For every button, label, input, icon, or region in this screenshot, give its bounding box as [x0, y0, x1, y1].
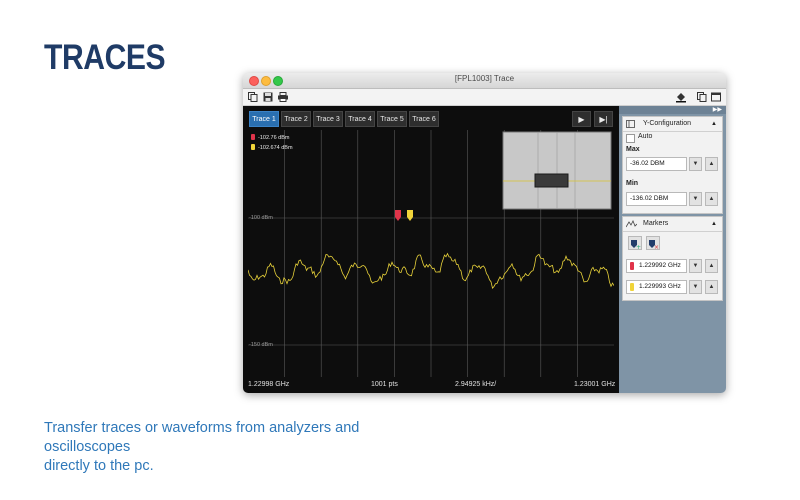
collapse-icon[interactable]: ▲ [711, 217, 717, 231]
caption-line-1: Transfer traces or waveforms from analyz… [44, 420, 360, 455]
down-arrow-icon: ▼ [692, 284, 699, 290]
y-configuration-title: Y-Configuration [643, 120, 691, 127]
tab-trace-4[interactable]: Trace 4 [345, 111, 375, 127]
collapse-icon[interactable]: ▲ [711, 117, 717, 131]
max-field[interactable]: -36.02 DBM [626, 157, 687, 171]
title-bar: [FPL1003] Trace [243, 73, 726, 89]
tab-trace-5[interactable]: Trace 5 [377, 111, 407, 127]
y-configuration-header[interactable]: Y-Configuration ▲ [623, 117, 722, 132]
play-button[interactable]: ▶ [572, 111, 591, 127]
marker-2-color-swatch [630, 283, 634, 291]
window-title: [FPL1003] Trace [454, 74, 515, 83]
svg-text:×: × [654, 244, 659, 250]
marker-2-flag [407, 210, 413, 221]
trace-window: [FPL1003] Trace Trace 1 Trace 2 Trace 3 … [243, 73, 726, 393]
overview-zoom-window [534, 173, 569, 188]
sidebar: ▶▶ Y-Configuration ▲ Auto Max -36.02 DBM… [619, 106, 726, 393]
marker-1-frequency: 1.229992 GHz [639, 262, 681, 269]
marker-2-value: -102.674 dBm [258, 145, 293, 151]
min-increase-button[interactable]: ▲ [705, 192, 718, 206]
y-label-upper: -100 dBm [249, 215, 273, 221]
tab-trace-3[interactable]: Trace 3 [313, 111, 343, 127]
marker-2-swatch [251, 144, 255, 150]
add-marker-button[interactable]: + [628, 236, 642, 251]
up-arrow-icon: ▲ [708, 161, 715, 167]
marker-1-up-button[interactable]: ▲ [705, 259, 718, 273]
min-label: Min [626, 180, 639, 187]
copy-icon[interactable] [247, 91, 259, 103]
marker-2-field[interactable]: 1.229993 GHz [626, 280, 687, 294]
marker-2-frequency: 1.229993 GHz [639, 283, 681, 290]
auto-label: Auto [638, 133, 653, 140]
up-arrow-icon: ▲ [708, 284, 715, 290]
double-chevron-icon: ▶▶ [712, 107, 722, 113]
stop-frequency: 1.23001 GHz [574, 381, 616, 388]
remove-marker-button[interactable]: × [646, 236, 660, 251]
down-arrow-icon: ▼ [692, 161, 699, 167]
marker-2-down-button[interactable]: ▼ [689, 280, 702, 294]
down-arrow-icon: ▼ [692, 196, 699, 202]
span-per-div: 2.94925 kHz/ [455, 381, 497, 388]
duplicate-icon[interactable] [696, 91, 708, 103]
auto-checkbox[interactable] [626, 134, 635, 143]
markers-icon [625, 220, 638, 234]
caption-line-2: directly to the pc. [44, 458, 154, 474]
up-arrow-icon: ▲ [708, 263, 715, 269]
marker-1-down-button[interactable]: ▼ [689, 259, 702, 273]
marker-1-readout: -102.76 dBm [251, 134, 290, 141]
up-arrow-icon: ▲ [708, 196, 715, 202]
y-configuration-panel: Y-Configuration ▲ Auto Max -36.02 DBM ▼ … [622, 116, 723, 214]
y-axis-icon [626, 120, 635, 134]
print-icon[interactable] [277, 91, 289, 103]
step-forward-button[interactable]: ▶| [594, 111, 613, 127]
tab-trace-1[interactable]: Trace 1 [249, 111, 279, 127]
spectrum-plot[interactable]: -102.76 dBm -102.674 dBm -100 dBm -150 d… [247, 130, 615, 377]
marker-1-swatch [251, 134, 255, 140]
min-decrease-button[interactable]: ▼ [689, 192, 702, 206]
marker-1-color-swatch [630, 262, 634, 270]
markers-header[interactable]: Markers ▲ [623, 217, 722, 232]
save-icon[interactable] [262, 91, 274, 103]
marker-2-readout: -102.674 dBm [251, 144, 293, 151]
page-heading: TRACES [44, 38, 166, 77]
play-icon: ▶ [578, 115, 585, 124]
start-frequency: 1.22998 GHz [248, 381, 290, 388]
max-label: Max [626, 146, 640, 153]
remove-marker-icon: × [649, 240, 659, 251]
y-label-lower: -150 dBm [249, 342, 273, 348]
marker-2-up-button[interactable]: ▲ [705, 280, 718, 294]
caption: Transfer traces or waveforms from analyz… [44, 419, 444, 476]
points-count: 1001 pts [371, 381, 398, 388]
step-forward-icon: ▶| [599, 115, 608, 124]
svg-text:+: + [636, 244, 641, 250]
min-field[interactable]: -136.02 DBM [626, 192, 687, 206]
window-icon[interactable] [710, 91, 722, 103]
trace-display: Trace 1 Trace 2 Trace 3 Trace 4 Trace 5 … [243, 106, 619, 393]
max-increase-button[interactable]: ▲ [705, 157, 718, 171]
max-decrease-button[interactable]: ▼ [689, 157, 702, 171]
sidebar-toggle[interactable]: ▶▶ [619, 106, 726, 114]
add-marker-icon: + [631, 240, 641, 251]
toolbar [243, 89, 726, 106]
marker-1-flag [395, 210, 401, 221]
down-arrow-icon: ▼ [692, 263, 699, 269]
marker-1-field[interactable]: 1.229992 GHz [626, 259, 687, 273]
markers-title: Markers [643, 220, 669, 227]
markers-panel: Markers ▲ + × 1.229992 GHz ▼ ▲ 1.229993 … [622, 216, 723, 301]
trace-markers [395, 210, 413, 221]
marker-1-value: -102.76 dBm [258, 135, 290, 141]
plot-footer: 1.22998 GHz 1001 pts 2.94925 kHz/ 1.2300… [243, 378, 619, 392]
tab-trace-2[interactable]: Trace 2 [281, 111, 311, 127]
spectrum-svg [247, 130, 615, 377]
tab-trace-6[interactable]: Trace 6 [409, 111, 439, 127]
paint-bucket-icon[interactable] [675, 91, 687, 103]
